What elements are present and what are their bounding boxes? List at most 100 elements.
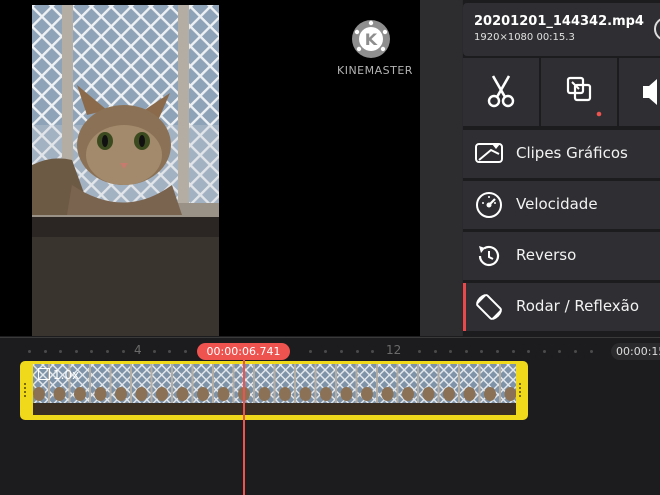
thumbnail-bar	[396, 364, 399, 403]
video-preview[interactable]: K KINEMASTER	[0, 0, 420, 336]
thumbnail-frame	[115, 387, 127, 401]
thumbnail-bar	[130, 364, 132, 403]
speedometer-icon	[476, 192, 502, 218]
ruler-dot	[74, 350, 78, 353]
thumbnail-bar	[437, 364, 440, 403]
timeline-top-border	[0, 337, 660, 338]
ruler-dot	[121, 350, 125, 353]
thumbnail-frame	[443, 387, 455, 401]
thumbnail-bar	[253, 364, 255, 403]
thumbnail-bar	[89, 364, 91, 403]
thumbnail-bar	[191, 364, 194, 403]
menu-item-velocidade[interactable]: Velocidade	[463, 181, 660, 229]
thumbnail-frame	[94, 387, 107, 401]
ruler-dot	[589, 350, 593, 353]
ruler-dot	[43, 350, 47, 353]
thumbnail-frame	[361, 387, 373, 401]
selected-indicator	[463, 283, 466, 331]
thumbnail-bar	[478, 364, 481, 403]
ruler-dot	[308, 350, 312, 353]
ruler-dot	[106, 350, 109, 353]
thumbnail-bar	[212, 364, 214, 403]
grip-dot	[519, 395, 521, 397]
thumbnail-frame	[402, 387, 414, 401]
thumbnail-bar	[232, 364, 235, 403]
ruler-dot	[28, 350, 31, 353]
ruler-tick-label: 4	[134, 343, 142, 357]
thumbnail-bar	[458, 364, 460, 403]
clip-icon	[38, 368, 50, 380]
watermark-text: KINEMASTER	[337, 64, 413, 77]
thumbnail-bar	[150, 364, 153, 403]
thumbnail-frame	[340, 387, 353, 401]
menu-item-rodar-reflexao[interactable]: Rodar / Reflexão	[463, 283, 660, 331]
menu-label-rodar: Rodar / Reflexão	[516, 297, 640, 315]
thumbnail-bar	[355, 364, 358, 403]
thumbnail-frame	[299, 387, 312, 401]
ruler-dot	[355, 350, 359, 353]
thumbnail-bar	[417, 364, 419, 403]
thumbnail-frame	[463, 387, 476, 401]
thumbnail-frame	[422, 387, 435, 401]
notification-dot	[596, 111, 602, 117]
playhead[interactable]	[243, 356, 245, 495]
grip-dot	[24, 383, 26, 385]
clip-speed-label: 1.0x	[38, 368, 79, 382]
thumbnail-frame	[176, 387, 189, 401]
grip-dot	[519, 383, 521, 385]
kinemaster-logo-icon: K	[352, 20, 390, 58]
thumbnail-bar	[109, 364, 112, 403]
grip-dot	[519, 391, 521, 393]
cat-photo	[32, 5, 219, 336]
rotate-icon	[476, 294, 502, 320]
thumbnail-frame	[217, 387, 230, 401]
thumbnail-frame	[381, 387, 394, 401]
thumbnail-frame	[74, 387, 86, 401]
ruler-dot	[340, 350, 343, 353]
crop-icon	[566, 76, 602, 117]
ruler-dot	[464, 350, 468, 353]
total-duration: 00:00:15	[611, 343, 660, 360]
menu-label-clipes: Clipes Gráficos	[516, 144, 628, 162]
thumbnail-bar	[499, 364, 501, 403]
thumbnail-frame	[320, 387, 332, 401]
volume-button[interactable]	[619, 58, 660, 126]
thumbnail-frame	[156, 387, 168, 401]
thumbnail-frame	[484, 387, 496, 401]
crop-button[interactable]	[541, 58, 617, 126]
volume-icon	[643, 79, 657, 105]
clip-audio-strip	[33, 403, 516, 415]
clip-thumbnails	[33, 364, 516, 403]
thumbnail-frame	[33, 387, 45, 401]
ruler-dot	[433, 350, 437, 353]
clip-file-name: 20201201_144342.mp4	[474, 14, 644, 29]
thumbnail-bar	[314, 364, 317, 403]
logo-letter: K	[365, 30, 378, 49]
thumbnail-bar	[376, 364, 378, 403]
thumbnail-frame	[135, 387, 148, 401]
thumbnail-frame	[279, 387, 291, 401]
thumbnail-bar	[171, 364, 173, 403]
split-button[interactable]	[463, 58, 539, 126]
ruler-dot	[511, 350, 515, 353]
grip-dot	[519, 387, 521, 389]
clip-file-meta: 1920×1080 00:15.3	[474, 32, 575, 43]
scissors-icon	[487, 75, 515, 108]
thumbnail-bar	[335, 364, 337, 403]
thumbnail-frame	[504, 387, 516, 401]
menu-item-clipes-graficos[interactable]: Clipes Gráficos	[463, 130, 660, 178]
ruler-dot	[152, 350, 156, 353]
thumbnail-bar	[294, 364, 296, 403]
graphic-clips-icon	[475, 143, 503, 163]
reverse-icon	[478, 245, 500, 267]
ruler-dot	[418, 350, 421, 353]
grip-dot	[24, 395, 26, 397]
menu-item-reverso[interactable]: Reverso	[463, 232, 660, 280]
grip-dot	[24, 387, 26, 389]
ruler-dot	[496, 350, 499, 353]
preview-gutter	[420, 0, 462, 336]
ruler-dot	[542, 350, 546, 353]
thumbnail-frame	[53, 387, 66, 401]
thumbnail-frame	[258, 387, 271, 401]
thumbnail-bar	[273, 364, 276, 403]
